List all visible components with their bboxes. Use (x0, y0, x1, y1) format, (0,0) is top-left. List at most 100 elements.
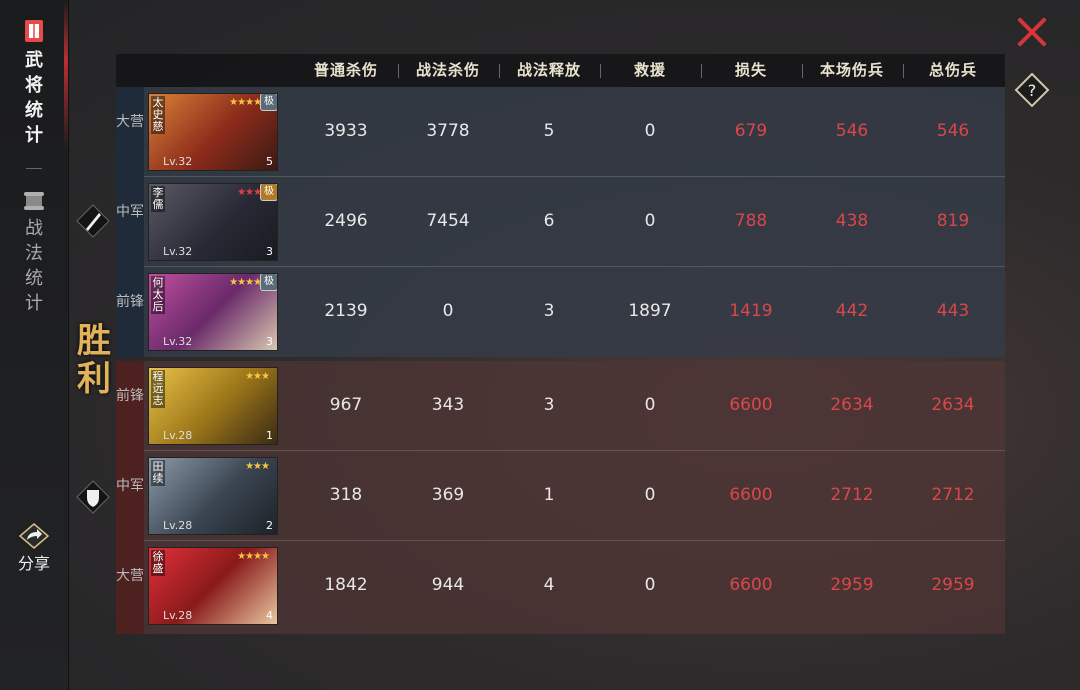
share-label: 分享 (17, 554, 50, 573)
tactic-damage: 369 (431, 485, 465, 505)
general-level: Lv.28 (163, 429, 193, 442)
help-button[interactable]: ? (1014, 72, 1050, 108)
header-battle-wounded: 本场伤兵 (819, 61, 884, 79)
general-portrait[interactable]: 程远志 ★★★ Lv.28 1 (148, 367, 278, 445)
general-level: Lv.28 (163, 609, 193, 622)
tactic-release: 3 (543, 301, 555, 321)
rescue: 0 (644, 485, 656, 505)
tactic-release: 3 (543, 395, 555, 415)
position-label: 前锋 (116, 388, 144, 404)
tactic-release: 5 (543, 121, 555, 141)
loss: 6600 (729, 485, 773, 505)
tab-tactic-stats[interactable]: 战法统计 (0, 190, 68, 316)
share-button[interactable]: 分享 (10, 522, 58, 574)
tactic-release: 4 (543, 575, 555, 595)
book-icon (25, 20, 43, 42)
total-wounded: 2959 (931, 575, 975, 595)
tab-tactic-stats-label: 战法统计 (25, 218, 43, 314)
table-row: 中军 田续 ★★★ Lv.28 2 318 369 1 0 6600 2712 … (116, 451, 1005, 541)
tactic-damage: 3778 (426, 121, 470, 141)
total-wounded: 2712 (931, 485, 975, 505)
total-wounded: 2634 (931, 395, 975, 415)
tactic-damage: 343 (431, 395, 465, 415)
divider (26, 168, 42, 169)
tactic-damage: 944 (431, 575, 465, 595)
star-rating: ★★★ (245, 371, 270, 382)
battle-wounded: 2959 (830, 575, 874, 595)
general-level: Lv.32 (163, 155, 193, 168)
header-rescue: 救援 (633, 61, 666, 79)
tab-general-stats[interactable]: 武将统计 (0, 18, 68, 148)
header-total-wounded: 总伤兵 (928, 61, 977, 79)
star-rating: ★★★ (245, 461, 270, 472)
general-level: Lv.32 (163, 245, 193, 258)
weapon-count: 1 (266, 429, 273, 442)
rescue: 1897 (628, 301, 672, 321)
battle-wounded: 2712 (830, 485, 874, 505)
general-name: 太史慈 (151, 96, 165, 134)
table-row: 大营 徐盛 ★★★★ Lv.28 4 1842 944 4 0 6600 295… (116, 541, 1005, 634)
loss: 788 (734, 211, 768, 231)
total-wounded: 443 (936, 301, 970, 321)
table-row: 前锋 何太后 ★★★★★ 极 Lv.32 3 2139 0 3 1897 141… (116, 267, 1005, 357)
stats-panel: 普通杀伤 战法杀伤 战法释放 救援 损失 本场伤兵 总伤兵 大营 太史慈 ★★★… (116, 54, 1005, 634)
shield-team-icon (76, 480, 110, 514)
loss: 1419 (729, 301, 773, 321)
normal-damage: 2139 (324, 301, 368, 321)
general-portrait[interactable]: 田续 ★★★ Lv.28 2 (148, 457, 278, 535)
position-label: 中军 (116, 204, 144, 220)
general-name: 徐盛 (151, 550, 165, 576)
header-loss: 损失 (734, 61, 767, 79)
battle-wounded: 442 (835, 301, 869, 321)
general-level: Lv.28 (163, 519, 193, 532)
total-wounded: 819 (936, 211, 970, 231)
general-portrait[interactable]: 何太后 ★★★★★ 极 Lv.32 3 (148, 273, 278, 351)
header-tactic-damage: 战法杀伤 (415, 61, 480, 79)
battle-wounded: 2634 (830, 395, 874, 415)
share-icon (18, 523, 50, 549)
tab-general-stats-label: 武将统计 (25, 50, 43, 146)
table-header: 普通杀伤 战法杀伤 战法释放 救援 损失 本场伤兵 总伤兵 (116, 54, 1005, 87)
general-name: 田续 (151, 460, 165, 486)
general-name: 李儒 (151, 186, 165, 212)
rescue: 0 (644, 575, 656, 595)
rank-badge: 极 (260, 184, 277, 201)
normal-damage: 1842 (324, 575, 368, 595)
battle-wounded: 438 (835, 211, 869, 231)
total-wounded: 546 (936, 121, 970, 141)
position-label: 大营 (116, 114, 144, 130)
general-level: Lv.32 (163, 335, 193, 348)
close-button[interactable] (1014, 14, 1050, 50)
close-icon (1018, 18, 1046, 46)
table-row: 中军 李儒 ★★★★ 极 Lv.32 3 2496 7454 6 0 788 4… (116, 177, 1005, 267)
tactic-damage: 7454 (426, 211, 470, 231)
general-portrait[interactable]: 李儒 ★★★★ 极 Lv.32 3 (148, 183, 278, 261)
battle-wounded: 546 (835, 121, 869, 141)
general-portrait[interactable]: 徐盛 ★★★★ Lv.28 4 (148, 547, 278, 625)
header-normal-damage: 普通杀伤 (313, 61, 378, 79)
position-label: 前锋 (116, 294, 144, 310)
scroll-icon (24, 192, 44, 210)
loss: 679 (734, 121, 768, 141)
tactic-release: 6 (543, 211, 555, 231)
weapon-count: 5 (266, 155, 273, 168)
table-row: 大营 太史慈 ★★★★★ 极 Lv.32 5 3933 3778 5 0 679… (116, 87, 1005, 177)
rescue: 0 (644, 395, 656, 415)
sword-team-icon (76, 204, 110, 238)
position-label: 中军 (116, 478, 144, 494)
normal-damage: 3933 (324, 121, 368, 141)
sidebar: 武将统计 战法统计 分享 (0, 0, 69, 690)
star-rating: ★★★★ (237, 551, 270, 562)
rescue: 0 (644, 211, 656, 231)
tactic-release: 1 (543, 485, 555, 505)
loss: 6600 (729, 395, 773, 415)
general-portrait[interactable]: 太史慈 ★★★★★ 极 Lv.32 5 (148, 93, 278, 171)
rescue: 0 (644, 121, 656, 141)
help-icon: ? (1014, 72, 1050, 108)
normal-damage: 2496 (324, 211, 368, 231)
rank-badge: 极 (260, 94, 277, 111)
weapon-count: 3 (266, 245, 273, 258)
victory-label: 胜利 (77, 321, 111, 399)
general-name: 何太后 (151, 276, 165, 314)
loss: 6600 (729, 575, 773, 595)
